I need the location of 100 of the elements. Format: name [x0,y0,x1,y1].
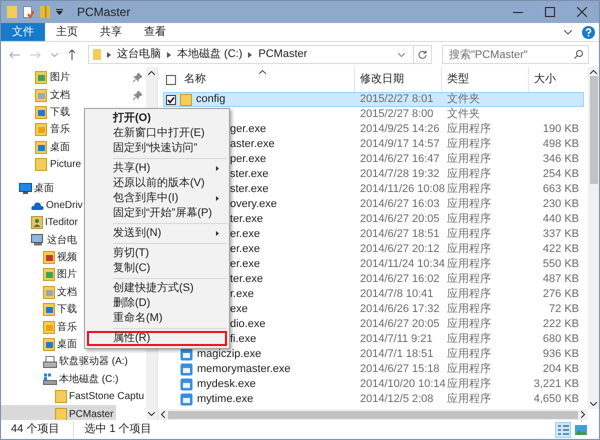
menu-item[interactable]: 包含到库中(I) [87,191,227,206]
selection-count: 选中 1 个项目 [73,421,152,438]
menu-item[interactable]: 固定到“快速访问” [87,141,227,156]
file-name: config [196,92,226,108]
file-row[interactable]: config 2015/2/27 8:01 文件夹 [163,92,584,107]
dropdown-icon[interactable] [56,9,63,15]
size-cell: 550 KB [542,258,579,270]
nav-item[interactable]: ITeditor [1,214,81,232]
type-cell-text: 应用程序 [446,166,492,182]
nav-item[interactable]: 音乐 [1,318,80,336]
search-field[interactable]: 搜索"PCMaster" [442,45,589,64]
size-cell: 346 KB [542,153,579,166]
file-row[interactable]: mytime.exe 2014/12/5 2:08 应用程序 4,650 KB [163,392,584,407]
file-name: ster.exe [230,182,269,198]
folder-icon [55,408,67,420]
date-cell-text: 2015/2/27 8:00 [359,107,434,122]
type-cell-text: 应用程序 [446,346,492,362]
maximize-icon[interactable] [545,7,555,17]
size-cell: 190 KB [542,123,579,136]
up-arrow-icon[interactable] [68,49,76,60]
date-cell-text: 2014/11/26 10:08 [359,182,442,198]
scroll-down-icon[interactable] [148,412,155,416]
file-row[interactable]: mydesk.exe 2014/10/20 10:14应用程序 3,221 KB [163,377,584,392]
scroll-down-icon[interactable] [590,402,597,406]
size-cell: 222 KB [542,318,579,330]
breadcrumb-arrow-icon[interactable] [248,52,252,58]
breadcrumb[interactable]: 本地磁盘 (C:) [177,46,242,63]
type-cell-text: 应用程序 [446,362,492,378]
nav-item[interactable]: 图片 [35,70,72,86]
breadcrumb[interactable]: PCMaster [258,46,308,63]
nav-item[interactable]: 视频 [1,248,80,266]
nav-item[interactable]: 音乐 [35,122,72,138]
folder-icon [35,123,47,136]
chevron-down-icon[interactable] [564,30,572,34]
horizontal-scrollbar[interactable] [158,409,588,420]
nav-item[interactable]: PCMaster [1,405,116,420]
file-name: ger.exe [230,122,266,138]
breadcrumb[interactable]: 这台电脑 [117,46,161,63]
sort-caret-icon [259,70,266,74]
nav-item[interactable]: 下载 [1,301,80,318]
folder-icon [43,251,55,264]
menu-item[interactable]: 固定到“开始”屏幕(P) [87,206,227,221]
pin-icon[interactable] [133,73,142,82]
details-view-button[interactable] [555,422,571,438]
type-cell-text: 应用程序 [446,212,492,228]
menu-item[interactable]: 重命名(M) [87,311,227,326]
file-name: er.exe [230,242,260,258]
pin-icon[interactable] [133,90,142,100]
menu-item[interactable]: 创建快捷方式(S) [87,281,227,296]
ribbon-tab[interactable]: 主页 [45,23,89,41]
scroll-thumb[interactable] [590,76,598,184]
menu-item[interactable]: 打开(O) [87,111,227,126]
refresh-icon[interactable] [418,50,427,59]
nav-item[interactable]: 这台电 [1,232,80,249]
scroll-left-icon[interactable] [161,411,165,418]
menu-item[interactable]: 属性(R) [87,331,227,346]
menu-item[interactable]: 发送到(N) [87,226,227,241]
type-cell-text: 应用程序 [446,122,492,138]
nav-item[interactable]: 文档 [1,284,80,302]
nav-item[interactable]: 桌面 [35,140,72,155]
menu-item[interactable]: 共享(H) [87,161,227,176]
select-all-checkbox[interactable] [166,74,176,84]
nav-item[interactable]: 桌面 [1,336,80,354]
menu-item[interactable]: 在新窗口中打开(E) [87,126,227,141]
menu-item[interactable]: 剪切(T) [87,246,227,261]
nav-item[interactable]: 下载 [35,104,72,120]
type-cell-text: 应用程序 [446,316,492,332]
scroll-thumb[interactable] [168,410,578,418]
type-cell-text: 文件夹 [446,92,481,108]
ribbon-tab[interactable]: 查看 [133,23,177,41]
nav-item[interactable]: 图片 [1,266,80,284]
address-field[interactable]: 这台电脑 本地磁盘 (C:) PCMaster [88,45,432,64]
close-icon[interactable] [577,7,587,17]
menu-item[interactable]: 还原以前的版本(V) [87,176,227,191]
breadcrumb-arrow-icon[interactable] [167,52,171,58]
nav-item[interactable]: 软盘驱动器 (A:) [1,353,131,371]
help-icon[interactable] [582,26,595,38]
nav-item[interactable]: 本地磁盘 (C:) [1,370,122,388]
nav-item[interactable]: OneDriv [1,196,86,214]
menu-item[interactable]: 删除(D) [87,296,227,311]
menu-item[interactable]: 复制(C) [87,261,227,276]
file-row[interactable]: memorymaster.exe 2014/6/27 15:18 应用程序 204 KB [163,362,584,377]
file-row[interactable]: magiczip.exe 2014/7/1 18:51 应用程序 936 KB [163,347,584,362]
checkbox[interactable] [166,94,176,104]
scroll-up-icon[interactable] [590,70,597,74]
drive-icon [43,373,57,386]
nav-item[interactable]: 桌面 [1,179,57,197]
vertical-scrollbar[interactable] [588,67,599,409]
breadcrumb-arrow-icon[interactable] [107,52,111,58]
nav-item[interactable]: FastStone Captu [1,388,146,406]
nav-item[interactable]: Picture [35,157,84,172]
scroll-up-icon[interactable] [148,71,155,75]
chevron-down-icon[interactable] [398,52,405,56]
nav-item[interactable]: 文档 [35,88,72,103]
column-header[interactable]: 大小 [529,67,584,92]
properties-icon[interactable] [23,6,34,18]
scroll-right-icon[interactable] [581,411,585,418]
ribbon-tab[interactable]: 共享 [89,23,133,41]
floppy-drive-icon [43,356,57,368]
ribbon-tab[interactable]: 文件 [1,23,45,41]
